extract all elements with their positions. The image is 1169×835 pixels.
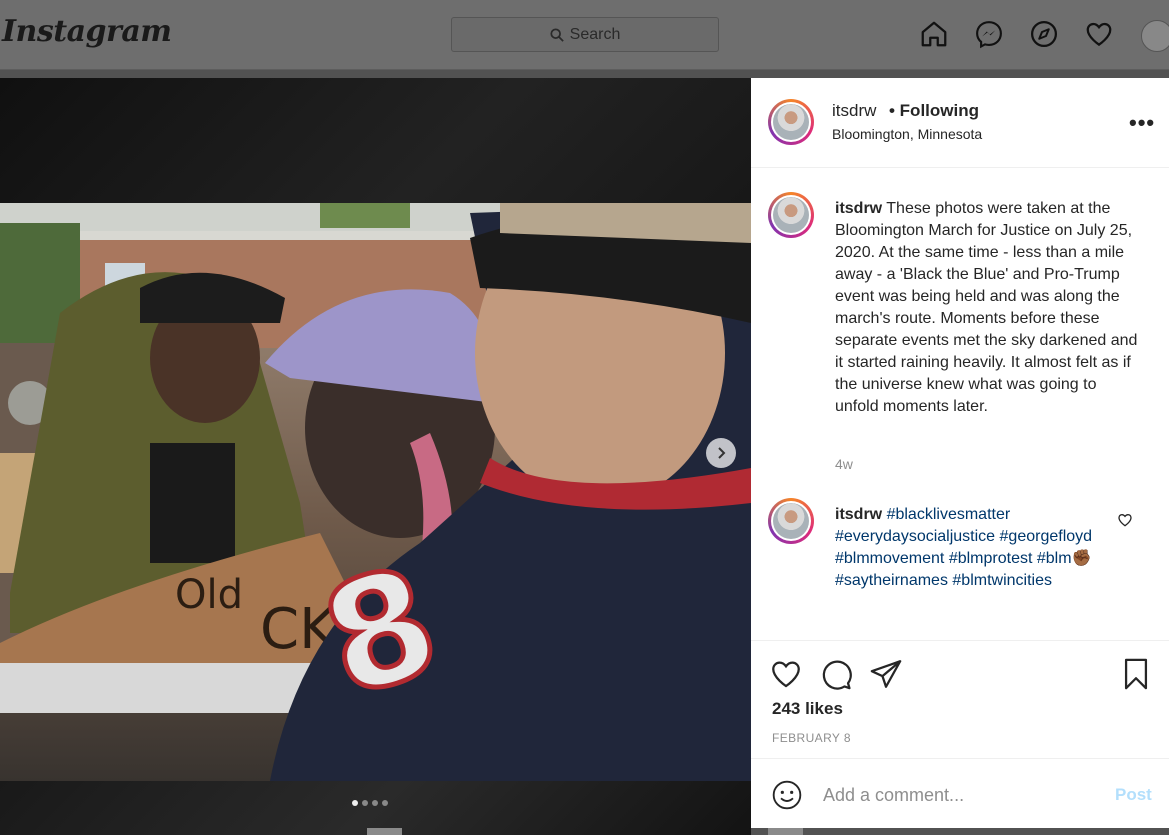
hashtag[interactable]: #blmmovement: [835, 550, 944, 567]
comment-username[interactable]: itsdrw: [835, 506, 882, 523]
hashtag[interactable]: #georgefloyd: [1000, 528, 1093, 545]
post-location[interactable]: Bloomington, Minnesota: [832, 126, 982, 142]
author-avatar[interactable]: [768, 99, 814, 145]
search-icon: [550, 27, 564, 42]
hashtag[interactable]: #blmprotest: [949, 550, 1033, 567]
post-photo: Old CK 8: [0, 203, 751, 781]
like-icon[interactable]: [769, 657, 803, 691]
search-placeholder: Search: [569, 25, 621, 43]
following-status[interactable]: • Following: [889, 101, 979, 121]
save-bookmark-icon[interactable]: [1119, 657, 1153, 691]
author-username[interactable]: itsdrw: [832, 101, 876, 121]
explore-icon[interactable]: [1028, 18, 1060, 50]
carousel-dot-2: [362, 800, 368, 806]
carousel-dot-3: [372, 800, 378, 806]
comment-like-icon[interactable]: [1117, 512, 1133, 528]
emoji-icon[interactable]: [771, 779, 803, 811]
caption-username[interactable]: itsdrw: [835, 200, 882, 217]
hashtag[interactable]: #everydaysocialjustice: [835, 528, 995, 545]
comments-section: itsdrw These photos were taken at the Bl…: [751, 168, 1169, 640]
post-comment-button[interactable]: Post: [1115, 785, 1152, 805]
protest-photo-illustration: Old CK 8: [0, 203, 751, 781]
likes-count[interactable]: 243 likes: [772, 699, 843, 719]
comment-input[interactable]: [821, 779, 1105, 811]
hashtag[interactable]: #blm: [1037, 550, 1072, 567]
home-icon[interactable]: [918, 18, 950, 50]
messenger-icon[interactable]: [973, 18, 1005, 50]
caption-avatar[interactable]: [768, 192, 814, 238]
carousel-next-button[interactable]: [706, 438, 736, 468]
more-options-icon[interactable]: •••: [1129, 110, 1155, 136]
activity-heart-icon[interactable]: [1083, 18, 1115, 50]
hashtag[interactable]: #saytheirnames: [835, 572, 948, 589]
caption-text: These photos were taken at the Bloomingt…: [835, 200, 1138, 415]
photo-backdrop-bottom: [0, 781, 751, 835]
hashtag[interactable]: #blmtwincities: [952, 572, 1052, 589]
post-actions: 243 likes FEBRUARY 8: [751, 640, 1169, 759]
caption-timestamp[interactable]: 4w: [835, 456, 853, 472]
post-details-panel: itsdrw • Following Bloomington, Minnesot…: [751, 78, 1169, 828]
chevron-right-icon: [718, 447, 726, 459]
svg-text:Old: Old: [175, 572, 243, 618]
comment-avatar[interactable]: [768, 498, 814, 544]
carousel-dot-1: [352, 800, 358, 806]
carousel-indicator: [352, 800, 388, 806]
comment-icon[interactable]: [819, 657, 853, 691]
scroll-edge-right: [768, 828, 803, 835]
search-box[interactable]: Search: [451, 17, 719, 52]
post-header: itsdrw • Following Bloomington, Minnesot…: [751, 78, 1169, 168]
scroll-edge-left: [367, 828, 402, 835]
photo-backdrop-top: [0, 78, 751, 203]
instagram-logo[interactable]: Instagram: [2, 14, 172, 49]
share-icon[interactable]: [869, 657, 903, 691]
post-media[interactable]: Old CK 8: [0, 78, 751, 835]
top-navbar: Instagram Search: [0, 0, 1169, 70]
profile-avatar[interactable]: [1141, 20, 1169, 52]
raised-fist-emoji: ✊🏾: [1071, 550, 1092, 567]
add-comment-bar: Post: [751, 758, 1169, 829]
carousel-dot-4: [382, 800, 388, 806]
post-date[interactable]: FEBRUARY 8: [772, 731, 851, 745]
hashtag[interactable]: #blacklivesmatter: [887, 506, 1011, 523]
